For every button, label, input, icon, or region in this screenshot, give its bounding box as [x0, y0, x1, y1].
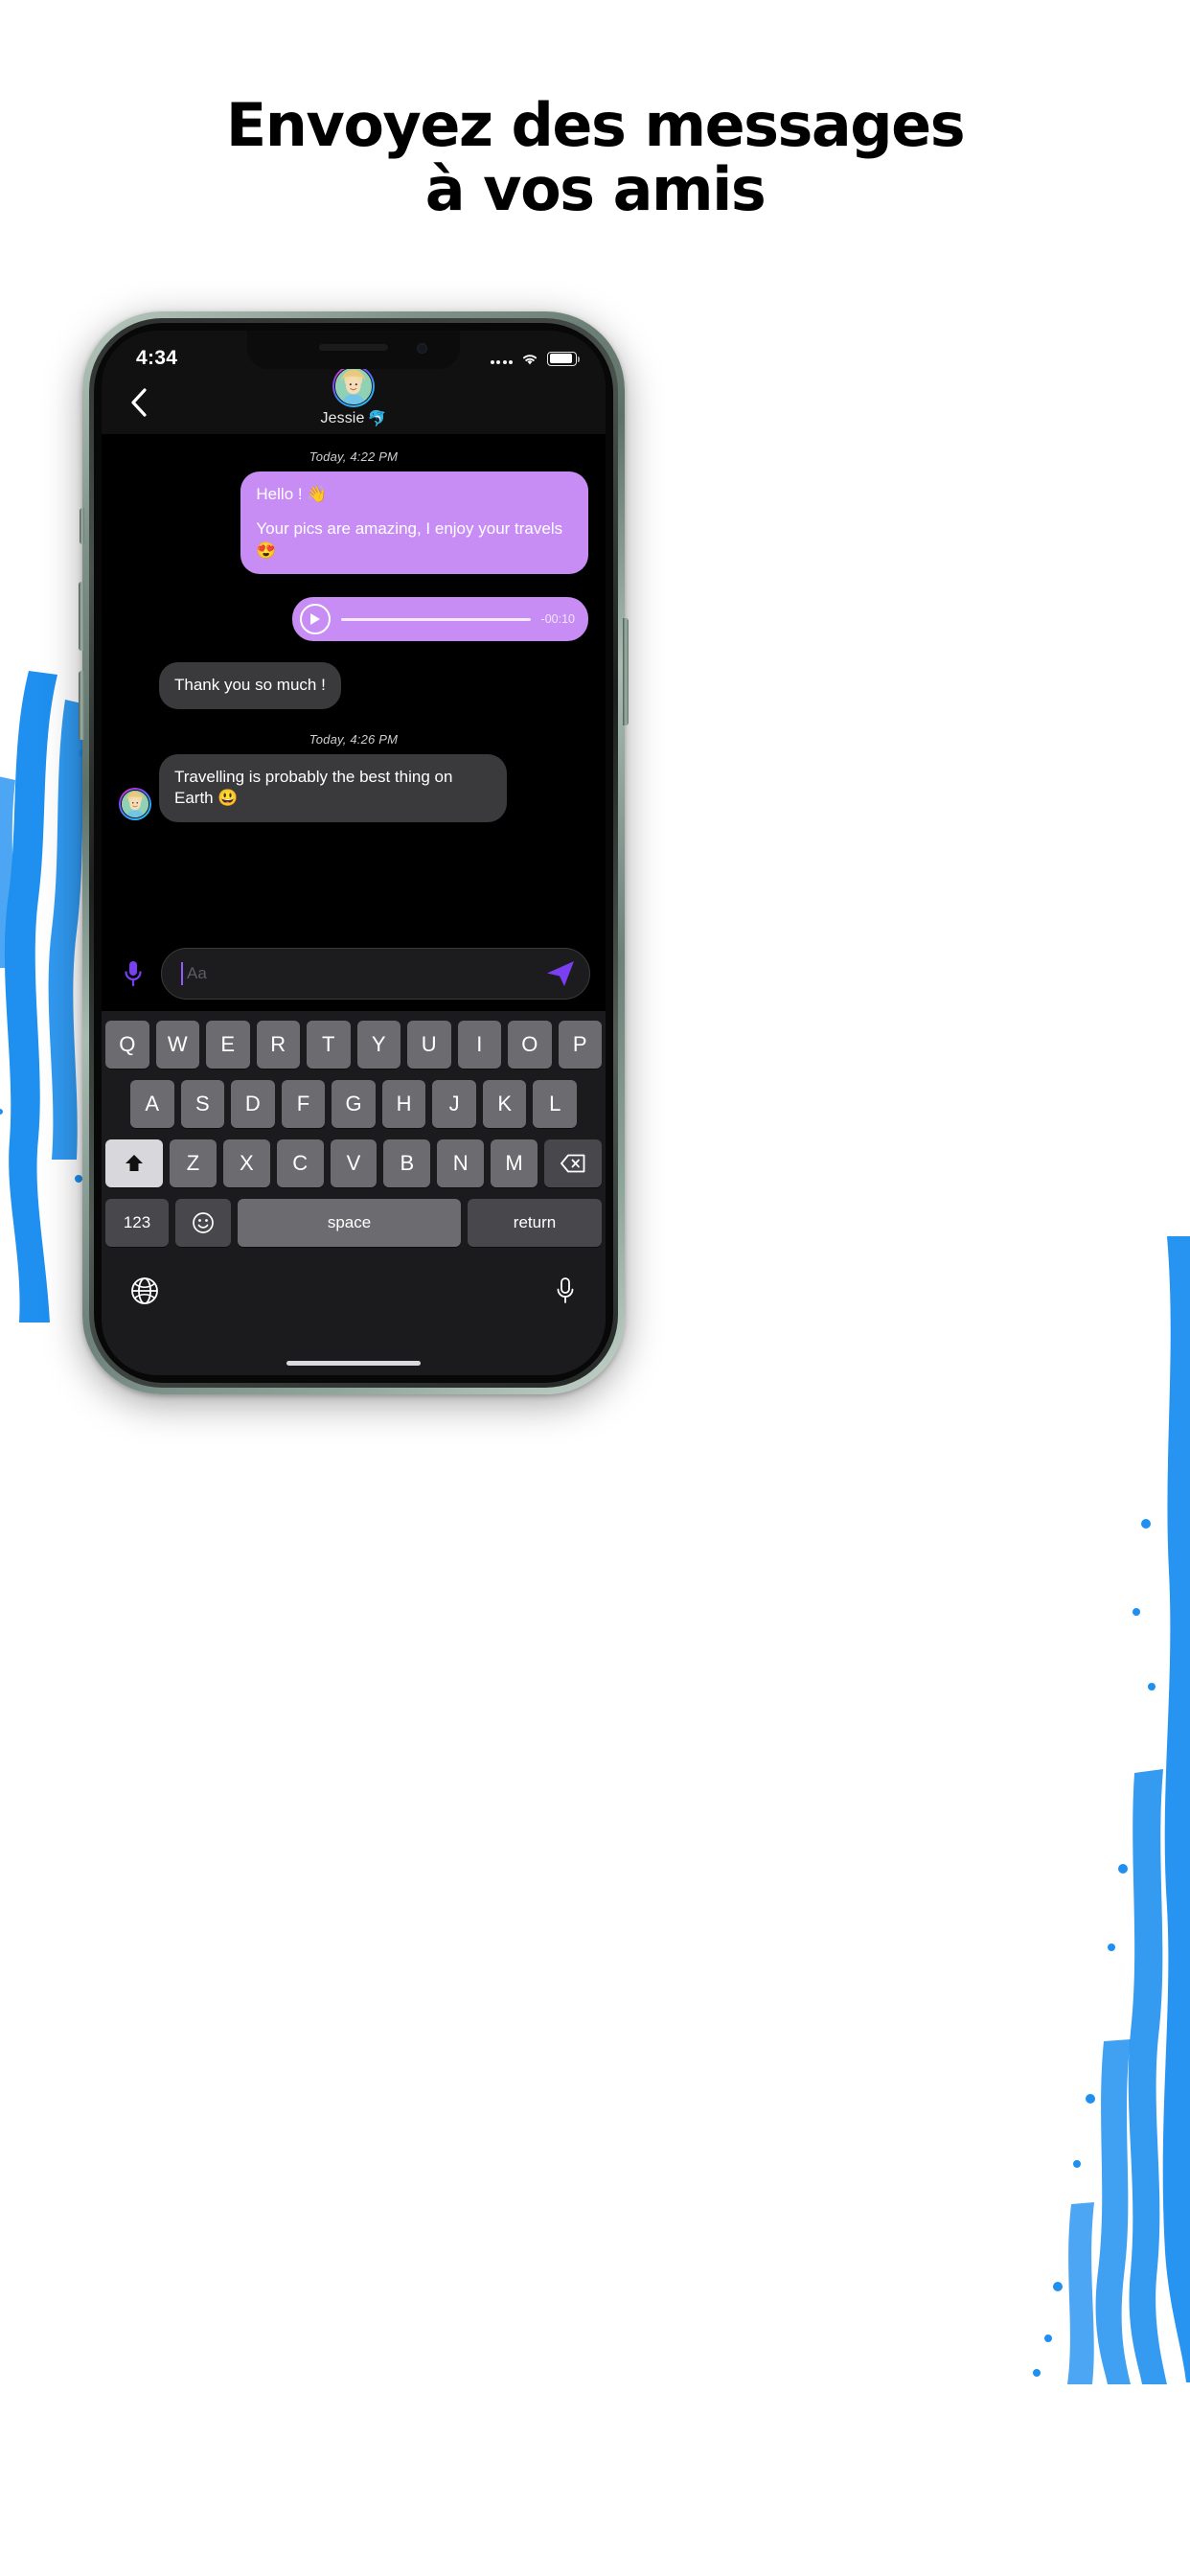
return-key[interactable]: return — [468, 1199, 602, 1247]
keyboard-row-2: A S D F G H J K L — [105, 1080, 602, 1128]
shift-up-icon — [126, 1155, 143, 1171]
battery-icon — [547, 351, 580, 366]
globe-key[interactable] — [130, 1276, 159, 1310]
key-x[interactable]: X — [222, 1139, 270, 1187]
headline-line-2: à vos amis — [424, 153, 767, 224]
message-bubble-incoming[interactable]: Travelling is probably the best thing on… — [159, 753, 507, 822]
mute-switch[interactable] — [80, 508, 84, 544]
numbers-key[interactable]: 123 — [105, 1199, 169, 1247]
keyboard-row-3: Z X C V B N M — [105, 1139, 603, 1187]
contact-name-row: Jessie 🐬 — [321, 409, 387, 428]
status-time: 4:34 — [136, 347, 178, 369]
key-y[interactable]: Y — [356, 1021, 400, 1069]
voice-message-row: -00:10 — [119, 597, 588, 642]
key-m[interactable]: M — [491, 1139, 538, 1187]
signal-dots-icon — [490, 353, 513, 364]
avatar[interactable] — [119, 787, 151, 820]
microphone-icon — [557, 1276, 574, 1303]
voice-duration: -00:10 — [540, 612, 575, 627]
message-text-line: Your pics are amazing, I enjoy your trav… — [256, 519, 563, 560]
dictation-key[interactable] — [554, 1276, 577, 1310]
headline-line-1: Envoyez des messages — [225, 90, 966, 160]
timestamp: Today, 4:26 PM — [309, 731, 399, 747]
message-bubble-outgoing[interactable]: Hello ! 👋 Your pics are amazing, I enjoy… — [240, 472, 588, 575]
key-p[interactable]: P — [558, 1021, 602, 1069]
key-j[interactable]: J — [432, 1080, 476, 1128]
key-t[interactable]: T — [307, 1021, 351, 1069]
screenshot-root: Envoyez des messages à vos amis 4:34 Jes… — [0, 0, 1190, 2576]
message-input[interactable]: Aa — [161, 948, 590, 1000]
key-d[interactable]: D — [231, 1080, 275, 1128]
message-bubble-incoming[interactable]: Thank you so much ! — [159, 662, 341, 709]
back-button[interactable] — [123, 386, 155, 419]
key-q[interactable]: Q — [105, 1021, 149, 1069]
microphone-icon[interactable] — [117, 957, 149, 990]
keyboard-row-1: Q W E R T Y U I O P — [105, 1021, 602, 1069]
volume-up-button[interactable] — [79, 582, 84, 651]
key-c[interactable]: C — [276, 1139, 324, 1187]
key-i[interactable]: I — [457, 1021, 501, 1069]
status-bar: 4:34 — [102, 331, 606, 380]
key-f[interactable]: F — [281, 1080, 326, 1128]
emoji-key[interactable] — [175, 1199, 231, 1247]
message-row: Hello ! 👋 Your pics are amazing, I enjoy… — [119, 472, 588, 575]
wifi-icon — [522, 354, 538, 364]
key-v[interactable]: V — [330, 1139, 378, 1187]
message-text-line: Travelling is probably the best thing on… — [174, 767, 453, 808]
backspace-key[interactable] — [544, 1139, 603, 1187]
phone-mockup: 4:34 Jessie 🐬 Today, 4:22 PM Hello ! 👋 Y… — [79, 311, 629, 1394]
play-icon[interactable] — [300, 604, 332, 635]
text-caret — [181, 962, 183, 985]
key-h[interactable]: H — [381, 1080, 426, 1128]
chevron-left-icon — [131, 388, 147, 417]
globe-icon — [131, 1276, 158, 1304]
key-n[interactable]: N — [437, 1139, 485, 1187]
key-a[interactable]: A — [129, 1080, 174, 1128]
backspace-icon — [561, 1154, 585, 1173]
message-input-placeholder: Aa — [187, 964, 207, 982]
volume-down-button[interactable] — [79, 671, 84, 740]
page-title: Envoyez des messages à vos amis — [0, 93, 1190, 224]
key-u[interactable]: U — [407, 1021, 451, 1069]
home-indicator[interactable] — [286, 1361, 421, 1366]
key-g[interactable]: G — [332, 1080, 376, 1128]
power-button[interactable] — [623, 618, 629, 725]
contact-name: Jessie — [320, 410, 365, 426]
shift-key[interactable] — [105, 1139, 163, 1187]
status-icons — [490, 351, 580, 366]
smiley-icon — [193, 1212, 214, 1233]
key-k[interactable]: K — [482, 1080, 527, 1128]
key-b[interactable]: B — [383, 1139, 431, 1187]
key-e[interactable]: E — [206, 1021, 250, 1069]
message-row: Travelling is probably the best thing on… — [119, 753, 588, 822]
space-key[interactable]: space — [238, 1199, 461, 1247]
phone-screen: 4:34 Jessie 🐬 Today, 4:22 PM Hello ! 👋 Y… — [102, 331, 606, 1375]
voice-progress-track[interactable] — [341, 617, 531, 621]
key-z[interactable]: Z — [170, 1139, 217, 1187]
voice-message[interactable]: -00:10 — [292, 597, 588, 642]
send-icon — [547, 961, 574, 986]
avatar-image — [121, 789, 149, 818]
message-text-line: Thank you so much ! — [174, 676, 326, 695]
send-button[interactable] — [545, 959, 576, 988]
key-r[interactable]: R — [256, 1021, 300, 1069]
key-o[interactable]: O — [508, 1021, 552, 1069]
message-composer: Aa — [102, 936, 606, 1011]
message-text-line: Hello ! 👋 — [256, 485, 328, 503]
dolphin-emoji-icon: 🐬 — [367, 411, 387, 427]
onscreen-keyboard[interactable]: Q W E R T Y U I O P A S D F G H J K L Z … — [102, 1011, 606, 1375]
key-w[interactable]: W — [155, 1021, 199, 1069]
keyboard-bottom-bar — [105, 1258, 602, 1322]
key-l[interactable]: L — [533, 1080, 578, 1128]
key-s[interactable]: S — [180, 1080, 225, 1128]
message-row: Thank you so much ! — [119, 662, 588, 709]
keyboard-row-4: 123 space return — [105, 1199, 602, 1247]
paint-splash-right — [1023, 1236, 1190, 2386]
timestamp: Today, 4:22 PM — [309, 449, 399, 464]
